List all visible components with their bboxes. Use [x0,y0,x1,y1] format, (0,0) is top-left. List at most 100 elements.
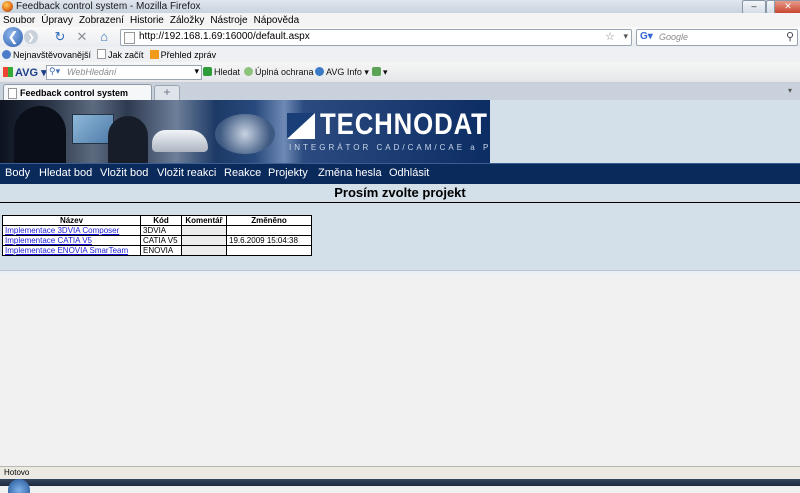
menubar: Soubor Úpravy Zobrazení Historie Záložky Nást… [0,13,800,27]
page-title: Prosím zvolte projekt [334,185,466,200]
nav-projekty[interactable]: Projekty [268,167,308,179]
project-name-cell: Implementace CATIA V5 [2,235,141,246]
menu-nastroje[interactable]: Nástroje [207,13,250,26]
avg-search-button[interactable]: Hledat [203,67,240,77]
tab-feedback-control-system[interactable]: Feedback control system [3,84,152,101]
page-content: TECHNODAT INTEGRÁTOR CAD/CAM/CAE a PLM B… [0,100,800,466]
go-arrow-icon [203,67,212,76]
google-icon[interactable]: G▾ [640,31,653,42]
nav-vlozit-bod[interactable]: Vložit bod [100,167,148,179]
page-icon [124,32,135,44]
close-button[interactable]: ✕ [774,0,800,14]
bookmark-getting-started[interactable]: Jak začít [95,47,148,60]
project-code-cell: CATIA V5 [140,235,182,246]
windows-taskbar [0,479,800,486]
nav-odhlasit[interactable]: Odhlásit [389,167,429,179]
column-header-nazev: Název [2,215,141,226]
engine-image [215,114,275,154]
search-icon[interactable]: ⚲▾ [49,66,60,77]
url-text[interactable]: http://192.168.1.69:16000/default.aspx [139,31,310,42]
nav-vlozit-reakci[interactable]: Vložit reakci [157,167,216,179]
brand-tagline: INTEGRÁTOR CAD/CAM/CAE a PLM [289,143,490,152]
firefox-icon [2,1,13,12]
project-link[interactable]: Implementace ENOVIA SmarTeam [5,246,128,255]
tab-list-icon[interactable]: ▾ [788,86,792,95]
brand-name: TECHNODAT [320,108,488,141]
project-code-cell: 3DVIA [140,225,182,236]
bookmarks-toolbar: Nejnavštěvovanější Jak začít Přehled zpráv [0,47,800,62]
car-image [152,130,208,152]
divider [0,202,800,203]
technodat-logo-mark-icon [287,113,315,139]
site-navigation: Body Hledat bod Vložit bod Vložit reakci… [0,163,800,184]
person-silhouette-image [108,116,148,163]
technodat-logo: TECHNODAT INTEGRÁTOR CAD/CAM/CAE a PLM [287,108,490,156]
options-icon [372,67,381,76]
table-header-row: Název Kód Komentář Změněno [2,215,312,226]
avg-logo[interactable]: AVG ▾ [3,66,47,79]
search-bar[interactable]: G▾ Google ⚲ [636,29,798,46]
back-arrow-icon[interactable]: ❮ [3,27,23,47]
project-changed-cell: 19.6.2009 15:04:38 [226,235,312,246]
home-icon[interactable]: ⌂ [96,29,112,45]
project-code-cell: ENOVIA [140,245,182,256]
project-name-cell: Implementace ENOVIA SmarTeam [2,245,141,256]
rss-icon [149,50,159,59]
nav-hledat-bod[interactable]: Hledat bod [39,167,92,179]
menu-soubor[interactable]: Soubor [0,13,38,26]
page-icon [8,88,17,99]
shield-icon [244,67,253,76]
project-link[interactable]: Implementace 3DVIA Composer [5,226,119,235]
url-dropdown-icon[interactable]: ▾ [623,31,628,42]
column-header-zmeneno: Změněno [226,215,312,226]
menu-zalozky[interactable]: Záložky [167,13,207,26]
menu-napoveda[interactable]: Nápověda [251,13,303,26]
menu-historie[interactable]: Historie [127,13,167,26]
bookmark-news[interactable]: Přehled zpráv [148,48,221,60]
person-silhouette-image [14,106,66,163]
project-table: Název Kód Komentář Změněno Implementace … [2,215,312,256]
reload-icon[interactable]: ↻ [52,29,68,45]
project-link[interactable]: Implementace CATIA V5 [5,236,92,245]
bookmark-most-visited[interactable]: Nejnavštěvovanější [0,48,95,60]
page-empty-area [0,274,800,466]
tab-title[interactable]: Feedback control system [20,88,128,98]
column-header-kod: Kód [140,215,182,226]
search-icon[interactable]: ⚲ [786,30,794,43]
window-titlebar: Feedback control system - Mozilla Firefo… [0,0,800,14]
avg-full-protection[interactable]: Úplná ochrana [244,67,314,77]
avg-search-input[interactable]: ⚲▾ WebHledání ▾ [46,65,202,80]
status-bar: Hotovo [0,466,800,479]
navigation-toolbar: ❮ ❯ ↻ ✕ ⌂ http://192.168.1.69:16000/defa… [0,27,800,47]
nav-zmena-hesla[interactable]: Změna hesla [318,167,382,179]
table-row: Implementace 3DVIA Composer 3DVIA [2,225,312,236]
tab-strip: Feedback control system + ▾ [0,83,800,101]
project-comment-cell [181,235,227,246]
url-bar[interactable]: http://192.168.1.69:16000/default.aspx ☆… [120,29,632,46]
stop-icon[interactable]: ✕ [74,29,90,45]
avg-logo-icon [3,67,13,77]
minimize-button[interactable]: – [742,0,766,14]
column-header-komentar: Komentář [181,215,227,226]
project-changed-cell [226,225,312,236]
nav-reakce[interactable]: Reakce [224,167,261,179]
avg-info[interactable]: AVG Info ▾ [315,67,369,78]
new-tab-button[interactable]: + [154,85,180,101]
search-placeholder[interactable]: Google [659,32,688,42]
bookmark-star-icon[interactable]: ☆ [605,30,615,43]
menu-zobrazeni[interactable]: Zobrazení [76,13,127,26]
project-name-cell: Implementace 3DVIA Composer [2,225,141,236]
avg-toolbar: AVG ▾ ⚲▾ WebHledání ▾ Hledat Úplná ochra… [0,62,800,83]
table-row: Implementace ENOVIA SmarTeam ENOVIA [2,245,312,256]
avg-options[interactable]: ▾ [372,67,388,78]
chevron-down-icon[interactable]: ▾ [194,66,199,77]
project-comment-cell [181,245,227,256]
info-icon [315,67,324,76]
status-text: Hotovo [4,468,30,477]
header-banner: TECHNODAT INTEGRÁTOR CAD/CAM/CAE a PLM [0,100,490,163]
most-visited-icon [2,50,11,59]
menu-upravy[interactable]: Úpravy [38,13,76,26]
avg-search-placeholder[interactable]: WebHledání [67,67,116,77]
nav-body[interactable]: Body [5,167,30,179]
forward-arrow-icon[interactable]: ❯ [24,30,38,44]
